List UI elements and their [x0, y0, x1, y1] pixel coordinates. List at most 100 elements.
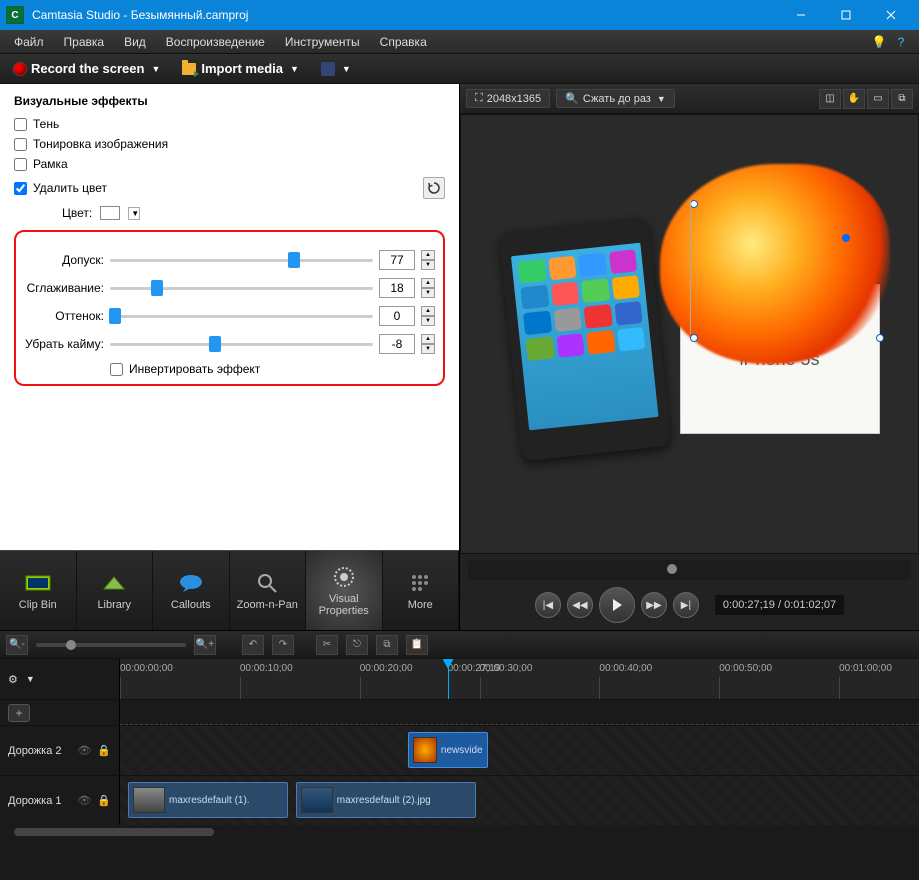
lock-icon[interactable]: 🔒 — [97, 744, 111, 757]
tab-zoom-pan[interactable]: Zoom-n-Pan — [230, 551, 307, 630]
defringe-slider[interactable] — [110, 335, 373, 353]
paste-icon[interactable]: 📋 — [406, 635, 428, 655]
copy-icon[interactable]: ⧉ — [376, 635, 398, 655]
minimize-button[interactable] — [778, 0, 823, 30]
menu-file[interactable]: Файл — [4, 32, 54, 52]
timeline-scrollbar[interactable] — [0, 825, 919, 839]
fullscreen-icon[interactable]: ▭ — [867, 89, 889, 109]
shadow-label: Тень — [33, 117, 59, 131]
prev-button[interactable]: |◀ — [535, 592, 561, 618]
split-icon[interactable]: ⎋ — [346, 635, 368, 655]
color-dropdown[interactable]: ▼ — [128, 207, 140, 220]
softness-up[interactable]: ▲ — [421, 278, 435, 288]
menu-view[interactable]: Вид — [114, 32, 156, 52]
menu-playback[interactable]: Воспроизведение — [156, 32, 275, 52]
zoom-in-icon[interactable]: 🔍+ — [194, 635, 216, 655]
forward-button[interactable]: ▶▶ — [641, 592, 667, 618]
eye-icon[interactable]: 👁 — [77, 744, 91, 757]
softness-value[interactable] — [379, 278, 415, 298]
resize-handle[interactable] — [690, 200, 698, 208]
redo-icon[interactable]: ↷ — [272, 635, 294, 655]
shadow-checkbox[interactable] — [14, 118, 27, 131]
next-button[interactable]: ▶| — [673, 592, 699, 618]
clip-newsvideo[interactable]: newsvide — [408, 732, 488, 768]
timeline-ruler[interactable]: 00:00:00;0000:00:10;0000:00:20;0000:00:2… — [120, 659, 919, 699]
border-checkbox[interactable] — [14, 158, 27, 171]
track2-header[interactable]: Дорожка 2 👁 🔒 — [0, 726, 120, 775]
preview-scrubber[interactable] — [468, 560, 911, 580]
play-button[interactable] — [599, 587, 635, 623]
eye-icon[interactable]: 👁 — [77, 794, 91, 807]
defringe-value[interactable] — [379, 334, 415, 354]
clip-label: maxresdefault (2).jpg — [337, 795, 431, 806]
callouts-icon — [177, 571, 205, 595]
tab-callouts[interactable]: Callouts — [153, 551, 230, 630]
tips-icon[interactable]: 💡 — [871, 34, 887, 50]
softness-down[interactable]: ▼ — [421, 288, 435, 298]
zoom-slider[interactable] — [36, 643, 186, 647]
rotate-handle[interactable] — [690, 334, 698, 342]
tab-visual-properties[interactable]: Visual Properties — [306, 551, 383, 630]
tab-clip-bin[interactable]: Clip Bin — [0, 551, 77, 630]
defringe-down[interactable]: ▼ — [421, 344, 435, 354]
slider-thumb[interactable] — [151, 280, 163, 296]
hue-value[interactable] — [379, 306, 415, 326]
softness-slider[interactable] — [110, 279, 373, 297]
rewind-button[interactable]: ◀◀ — [567, 592, 593, 618]
help-icon[interactable]: ? — [893, 34, 909, 50]
tab-label: Zoom-n-Pan — [237, 599, 298, 611]
pan-icon[interactable]: ✋ — [843, 89, 865, 109]
timeline-options[interactable]: ⚙▼ — [0, 659, 120, 699]
clip-maxres2[interactable]: maxresdefault (2).jpg — [296, 782, 476, 818]
cut-icon[interactable]: ✂ — [316, 635, 338, 655]
lock-icon[interactable]: 🔒 — [97, 794, 111, 807]
tolerance-slider[interactable] — [110, 251, 373, 269]
import-media-button[interactable]: Import media ▼ — [174, 58, 307, 79]
chevron-down-icon: ▼ — [657, 94, 666, 104]
color-swatch[interactable] — [100, 206, 120, 220]
close-button[interactable] — [868, 0, 913, 30]
tolerance-value[interactable] — [379, 250, 415, 270]
remove-color-checkbox[interactable] — [14, 182, 27, 195]
playhead[interactable] — [448, 659, 449, 699]
dimensions-chip[interactable]: ⛶2048x1365 — [466, 89, 550, 108]
slider-thumb[interactable] — [288, 252, 300, 268]
title-bar: C Camtasia Studio - Безымянный.camproj — [0, 0, 919, 30]
maximize-button[interactable] — [823, 0, 868, 30]
library-icon — [100, 571, 128, 595]
tint-checkbox[interactable] — [14, 138, 27, 151]
track1-header[interactable]: Дорожка 1 👁 🔒 — [0, 776, 120, 825]
clip-maxres1[interactable]: maxresdefault (1). — [128, 782, 288, 818]
zoom-out-icon[interactable]: 🔍- — [6, 635, 28, 655]
slider-thumb[interactable] — [109, 308, 121, 324]
pivot-handle[interactable] — [842, 234, 850, 242]
track1-body[interactable]: maxresdefault (1). maxresdefault (2).jpg — [120, 776, 919, 825]
reset-button[interactable] — [423, 177, 445, 199]
detach-icon[interactable]: ⧉ — [891, 89, 913, 109]
invert-label: Инвертировать эффект — [129, 362, 260, 376]
crop-icon[interactable]: ◫ — [819, 89, 841, 109]
scrub-thumb[interactable] — [667, 564, 677, 574]
record-screen-button[interactable]: Record the screen ▼ — [6, 58, 168, 79]
menu-tools[interactable]: Инструменты — [275, 32, 370, 52]
menu-help[interactable]: Справка — [370, 32, 437, 52]
tab-more[interactable]: More — [383, 551, 460, 630]
tolerance-down[interactable]: ▼ — [421, 260, 435, 270]
hue-down[interactable]: ▼ — [421, 316, 435, 326]
add-track-button[interactable]: + — [8, 704, 30, 722]
track2-body[interactable]: newsvide — [120, 726, 919, 775]
zoom-thumb[interactable] — [66, 640, 76, 650]
produce-button[interactable]: ▼ — [313, 59, 359, 79]
shrink-button[interactable]: 🔍Сжать до раз▼ — [556, 89, 675, 108]
tab-library[interactable]: Library — [77, 551, 154, 630]
defringe-up[interactable]: ▲ — [421, 334, 435, 344]
hue-up[interactable]: ▲ — [421, 306, 435, 316]
preview-canvas[interactable]: iPhone 5s — [460, 114, 919, 554]
resize-handle[interactable] — [876, 334, 884, 342]
invert-checkbox[interactable] — [110, 363, 123, 376]
hue-slider[interactable] — [110, 307, 373, 325]
undo-icon[interactable]: ↶ — [242, 635, 264, 655]
menu-edit[interactable]: Правка — [54, 32, 115, 52]
slider-thumb[interactable] — [209, 336, 221, 352]
tolerance-up[interactable]: ▲ — [421, 250, 435, 260]
